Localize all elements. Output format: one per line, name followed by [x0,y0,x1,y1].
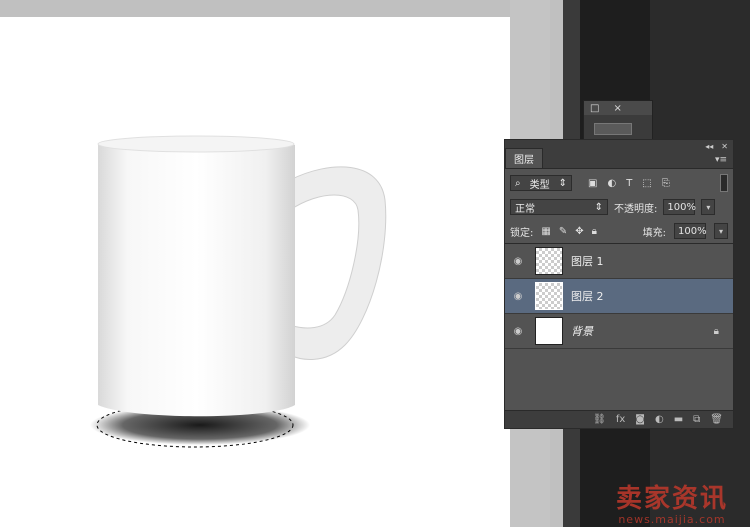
tab-layers[interactable]: 图层 [505,148,543,168]
layer-row-selected[interactable]: ◉ 图层 2 [505,279,733,314]
watermark: 卖家资讯 news.maijia.com [602,478,742,526]
layer-name[interactable]: 背景 [571,323,593,339]
collapse-icon[interactable]: ◂◂ [705,142,713,151]
lock-position-icon[interactable]: ✥ [575,226,583,237]
fill-input[interactable]: 100% [674,223,707,239]
mask-icon[interactable]: ◙ [635,414,645,425]
opacity-arrow-icon[interactable]: ▾ [701,199,716,215]
fill-arrow-icon[interactable]: ▾ [714,223,728,239]
panel-close-icon[interactable]: ✕ [721,142,728,151]
layer-thumbnail [535,247,563,275]
layer-thumbnail [535,282,563,310]
fill-label: 填充: [642,227,666,239]
layer-lock-icon: 🔒︎ [713,325,719,337]
opacity-input[interactable]: 100% [663,199,696,215]
mug-body [98,137,295,417]
photoshop-workspace: □ × ◂◂ ✕ 图层 ▾≡ ⌕ 类型 ⇕ ▣ ◐ T ⬚ ⎘ 正常 ⇕ 不透明… [0,0,750,527]
filter-type-dropdown[interactable]: ⌕ 类型 ⇕ [510,175,572,191]
layer-name[interactable]: 图层 1 [571,253,604,269]
blend-mode-value: 正常 [515,203,535,215]
lock-all-icon[interactable]: 🔒︎ [592,226,597,237]
eye-icon[interactable]: ◉ [505,291,531,302]
search-icon: ⌕ [515,177,521,189]
lock-label: 锁定: [510,227,534,239]
pixel-filter-icon[interactable]: ▣ [588,178,597,189]
lock-transparent-icon[interactable]: ▦ [541,226,550,237]
smart-object-filter-icon[interactable]: ⎘ [662,178,670,189]
layer-row[interactable]: ◉ 图层 1 [505,244,733,279]
adjustment-layer-icon[interactable]: ◐ [655,414,664,425]
stepper-icon: ⇕ [558,177,567,189]
adjustment-filter-icon[interactable]: ◐ [607,178,616,189]
shape-filter-icon[interactable]: ⬚ [642,178,651,189]
filter-type-value: 类型 [529,179,550,191]
layer-thumbnail [535,317,563,345]
stepper-icon: ⇕ [594,201,603,213]
opacity-label: 不透明度: [614,203,658,215]
collapsed-panel[interactable]: □ × [583,100,653,142]
new-layer-icon[interactable]: ⧉ [693,414,700,425]
watermark-text: 卖家资讯 [615,484,728,514]
close-icon[interactable]: × [613,103,621,114]
link-icon[interactable]: ⛓ [593,414,606,425]
eye-icon[interactable]: ◉ [505,256,531,267]
panel-menu-icon[interactable]: ▾≡ [715,155,733,168]
mug-image [90,135,387,448]
group-folder-icon[interactable]: ▬ [674,414,683,425]
eye-icon[interactable]: ◉ [505,326,531,337]
mug-rim [97,135,295,153]
blend-mode-dropdown[interactable]: 正常 ⇕ [510,199,608,215]
fx-icon[interactable]: fx [616,414,625,425]
watermark-url: news.maijia.com [618,513,726,526]
layers-panel: ◂◂ ✕ 图层 ▾≡ ⌕ 类型 ⇕ ▣ ◐ T ⬚ ⎘ 正常 ⇕ 不透明度: 1… [504,139,734,429]
panel-footer: ⛓ fx ◙ ◐ ▬ ⧉ 🗑︎ [505,410,733,428]
lock-image-icon[interactable]: ✎ [559,226,567,237]
restore-icon[interactable]: □ [590,103,599,114]
layer-row-background[interactable]: ◉ 背景 🔒︎ [505,314,733,349]
mug-handle [289,166,387,360]
trash-icon[interactable]: 🗑︎ [710,414,723,425]
collapsed-panel-field [594,123,632,135]
filter-toggle[interactable] [720,174,728,192]
type-filter-icon[interactable]: T [626,178,632,189]
layer-name[interactable]: 图层 2 [571,288,604,304]
